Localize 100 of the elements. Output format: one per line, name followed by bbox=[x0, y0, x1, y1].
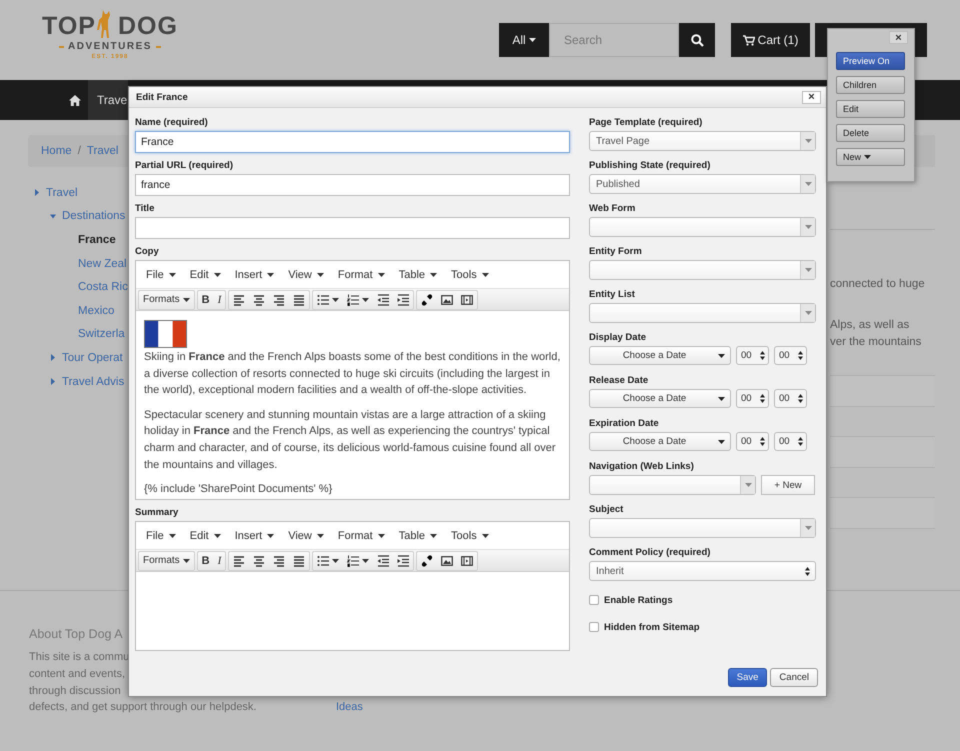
caret-icon bbox=[362, 558, 370, 562]
minute-spinner[interactable]: 00 bbox=[774, 389, 807, 408]
hour-spinner[interactable]: 00 bbox=[736, 346, 769, 365]
select-field[interactable] bbox=[589, 475, 756, 495]
select-field[interactable]: Published bbox=[589, 174, 816, 194]
bullet-list-icon bbox=[317, 554, 330, 566]
search-field[interactable]: Search bbox=[549, 23, 679, 57]
caret-icon[interactable] bbox=[34, 189, 40, 196]
select-field[interactable]: Inherit bbox=[589, 561, 816, 581]
caret-icon bbox=[804, 526, 812, 530]
italic-button[interactable]: I bbox=[214, 290, 226, 308]
minute-spinner[interactable]: 00 bbox=[774, 432, 807, 451]
menu-item[interactable]: Format bbox=[338, 268, 385, 280]
text-field[interactable] bbox=[135, 217, 570, 239]
menu-item[interactable]: Tools bbox=[451, 530, 489, 542]
menu-item[interactable]: File bbox=[146, 530, 176, 542]
field-label: Page Template (required) bbox=[589, 117, 704, 129]
select-field[interactable] bbox=[589, 303, 816, 323]
cancel-button[interactable]: Cancel bbox=[770, 668, 818, 687]
up-down-icon bbox=[798, 351, 803, 360]
search-button[interactable] bbox=[679, 23, 715, 57]
caret-icon bbox=[430, 272, 438, 276]
field-label: Comment Policy (required) bbox=[589, 547, 712, 559]
select-field[interactable] bbox=[589, 260, 816, 280]
up-down-icon bbox=[805, 566, 810, 576]
formats-dropdown[interactable]: Formats bbox=[139, 552, 194, 570]
menu-item[interactable]: View bbox=[288, 268, 324, 280]
scope-dropdown[interactable]: All bbox=[499, 23, 549, 57]
caret-icon[interactable] bbox=[50, 212, 56, 220]
formats-dropdown[interactable]: Formats bbox=[139, 290, 194, 308]
checkbox-label[interactable]: Enable Ratings bbox=[604, 594, 673, 606]
tree-link[interactable]: France bbox=[78, 234, 116, 246]
checkbox[interactable] bbox=[589, 595, 599, 605]
italic-button[interactable]: I bbox=[214, 552, 226, 570]
field-label: Web Form bbox=[589, 203, 636, 215]
up-down-icon bbox=[760, 437, 765, 446]
logo-text: DOG bbox=[118, 12, 178, 40]
menu-item[interactable]: Edit bbox=[190, 530, 221, 542]
footer-text: through discussion bbox=[29, 684, 122, 699]
menu-item[interactable]: Table bbox=[398, 530, 438, 542]
nav-item[interactable]: Trave bbox=[88, 80, 128, 120]
field-label: Summary bbox=[135, 507, 180, 519]
new-button[interactable]: + New bbox=[761, 475, 815, 495]
caret-icon bbox=[362, 298, 370, 302]
date-picker-button[interactable]: Choose a Date bbox=[589, 346, 731, 365]
minute-spinner[interactable]: 00 bbox=[774, 346, 807, 365]
hour-spinner[interactable]: 00 bbox=[736, 389, 769, 408]
menu-item[interactable]: Edit bbox=[190, 268, 221, 280]
panel-button[interactable]: Edit bbox=[836, 100, 905, 118]
caret-icon bbox=[168, 534, 176, 538]
hour-spinner[interactable]: 00 bbox=[736, 432, 769, 451]
menu-item[interactable]: Tools bbox=[451, 268, 489, 280]
caret-icon bbox=[267, 272, 274, 276]
paragraph: Skiing in France and the French Alps boasts some of the best conditions in the world, a diverse collection of resorts connected to huge ski circuits (including the largest in the world), exceptional modern facilities and a wealth of off-the-slope activities. bbox=[144, 350, 561, 398]
field-label: Entity Form bbox=[589, 246, 643, 258]
home-icon[interactable] bbox=[69, 94, 81, 106]
close-button[interactable]: × bbox=[802, 90, 821, 104]
checkbox[interactable] bbox=[589, 622, 599, 632]
footer-heading: About Top Dog A bbox=[29, 627, 124, 641]
menu-item[interactable]: View bbox=[288, 530, 324, 542]
select-field[interactable] bbox=[589, 518, 816, 538]
up-down-icon bbox=[760, 394, 765, 403]
breadcrumb-separator: / bbox=[78, 145, 81, 157]
up-down-icon bbox=[760, 351, 765, 360]
caret-icon bbox=[718, 440, 726, 444]
bold-button[interactable]: B bbox=[198, 552, 214, 570]
bold-button[interactable]: B bbox=[198, 290, 214, 308]
save-button[interactable]: Save bbox=[728, 668, 768, 687]
checkbox-label[interactable]: Hidden from Sitemap bbox=[604, 622, 700, 632]
text-field[interactable]: france bbox=[135, 174, 570, 196]
menu-item[interactable]: File bbox=[146, 268, 176, 280]
caret-icon bbox=[718, 354, 726, 358]
menu-item[interactable]: Format bbox=[338, 530, 385, 542]
panel-button[interactable]: Children bbox=[836, 76, 905, 94]
field-label: Name (required) bbox=[135, 117, 209, 129]
menu-item[interactable]: Table bbox=[398, 268, 438, 280]
select-field[interactable]: Travel Page bbox=[589, 131, 816, 151]
panel-button[interactable]: New bbox=[836, 148, 905, 166]
cart-button[interactable]: Cart (1) bbox=[731, 23, 810, 57]
caret-icon bbox=[482, 534, 489, 538]
menu-item[interactable]: Insert bbox=[234, 268, 274, 280]
dialog-title: Edit France bbox=[136, 92, 188, 102]
close-button[interactable]: × bbox=[889, 31, 908, 44]
date-picker-button[interactable]: Choose a Date bbox=[589, 389, 731, 408]
logo-tagline: ADVENTURES bbox=[68, 41, 152, 52]
caret-icon bbox=[744, 483, 752, 487]
caret-icon[interactable] bbox=[50, 378, 56, 386]
menu-item[interactable]: Insert bbox=[234, 530, 274, 542]
text-field[interactable]: France bbox=[135, 131, 570, 153]
panel-button[interactable]: Delete bbox=[836, 124, 905, 142]
caret-icon[interactable] bbox=[50, 354, 56, 362]
caret-icon bbox=[182, 298, 190, 302]
panel-button[interactable]: Preview On bbox=[836, 52, 905, 70]
caret-icon bbox=[316, 272, 324, 276]
caret-icon bbox=[332, 298, 340, 302]
field-label: Expiration Date bbox=[589, 418, 660, 430]
numbered-list-icon bbox=[347, 554, 360, 566]
text-line: Alps, as well as bbox=[830, 318, 910, 333]
date-picker-button[interactable]: Choose a Date bbox=[589, 432, 731, 451]
select-field[interactable] bbox=[589, 217, 816, 237]
